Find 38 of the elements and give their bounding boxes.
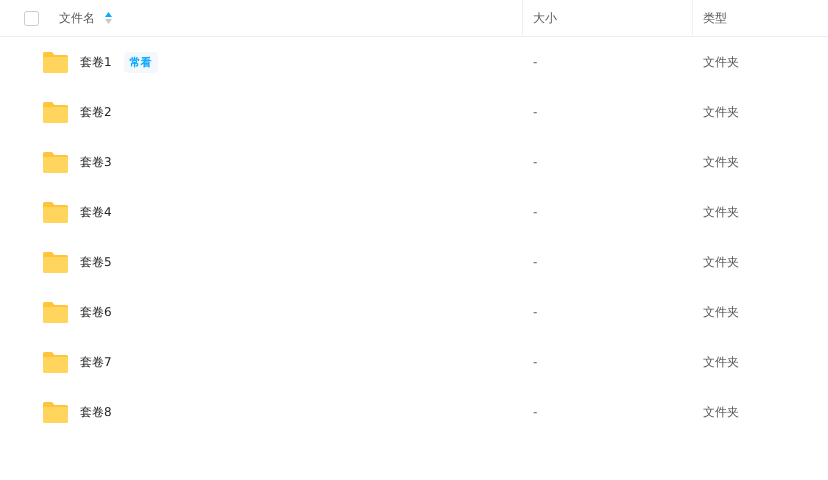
folder-icon <box>43 202 68 222</box>
folder-icon <box>43 52 68 72</box>
column-header[interactable]: 类型 <box>703 10 727 26</box>
folder-icon <box>43 102 68 122</box>
folder-icon <box>43 252 68 272</box>
folder-icon <box>43 302 68 322</box>
table-cell: - <box>533 305 538 319</box>
folder-icon <box>43 352 68 372</box>
table-cell: - <box>533 405 538 419</box>
select-all-checkbox[interactable] <box>24 10 39 26</box>
file-name[interactable]: 套卷6 <box>80 304 112 320</box>
file-name[interactable]: 套卷4 <box>80 204 112 220</box>
table-cell: 文件夹 <box>703 304 739 320</box>
table-cell: 文件夹 <box>703 54 739 70</box>
table-cell: 文件夹 <box>703 154 739 170</box>
table-cell: - <box>533 355 538 369</box>
file-name[interactable]: 套卷3 <box>80 154 112 170</box>
table-cell: 文件夹 <box>703 204 739 220</box>
table-cell: 文件夹 <box>703 404 739 420</box>
folder-icon <box>43 152 68 172</box>
table-cell: 文件夹 <box>703 254 739 270</box>
file-name[interactable]: 套卷1 <box>80 54 112 70</box>
sort-icon[interactable] <box>105 12 112 24</box>
tag-label: 常看 <box>124 52 158 72</box>
table-cell: - <box>533 105 538 119</box>
table-cell: - <box>533 55 538 69</box>
table-cell: - <box>533 205 538 219</box>
table-cell: - <box>533 255 538 269</box>
table-cell: 文件夹 <box>703 354 739 370</box>
file-name[interactable]: 套卷5 <box>80 254 112 270</box>
table-cell: 文件夹 <box>703 104 739 120</box>
file-name[interactable]: 套卷8 <box>80 404 112 420</box>
column-header[interactable]: 文件名 <box>59 10 95 26</box>
file-name[interactable]: 套卷7 <box>80 354 112 370</box>
file-name[interactable]: 套卷2 <box>80 104 112 120</box>
table-cell: - <box>533 155 538 169</box>
folder-icon <box>43 402 68 422</box>
column-header[interactable]: 大小 <box>533 10 557 26</box>
